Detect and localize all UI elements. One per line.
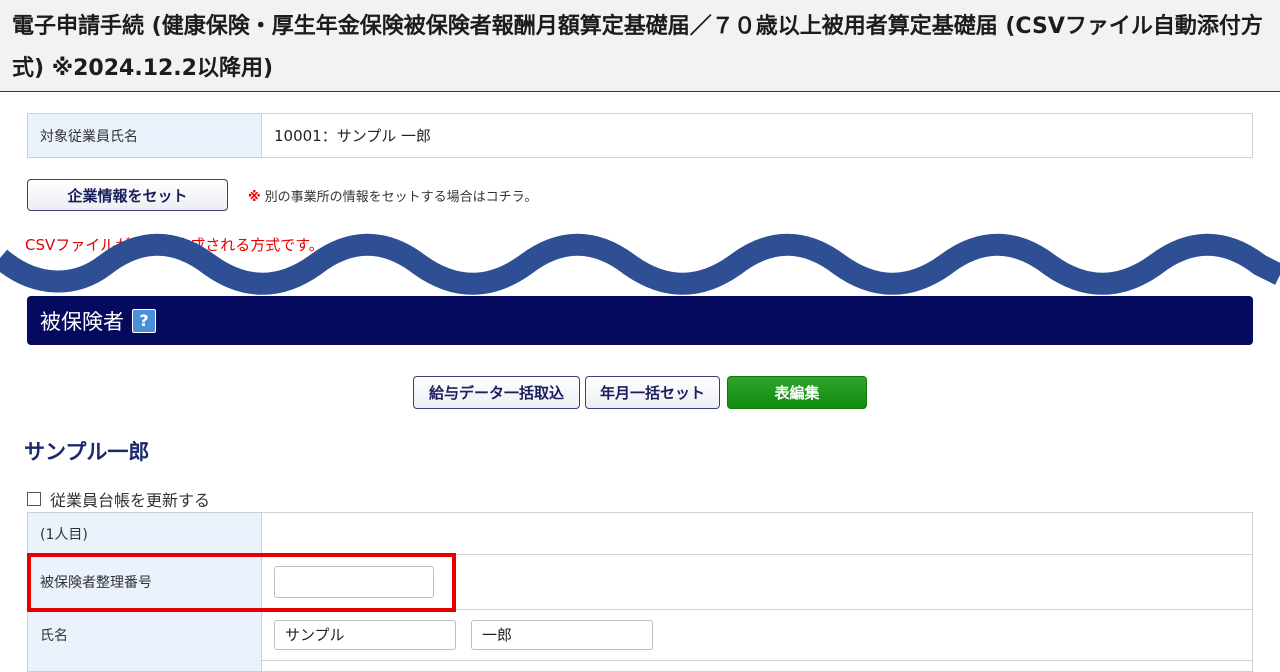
person-index-value (262, 513, 1252, 554)
title-bar: 電子申請手続 (健康保険・厚生年金保険被保険者報酬月額算定基礎届／７０歳以上被用… (0, 0, 1280, 92)
person-name-heading: サンプル一郎 (24, 440, 150, 464)
last-name-input[interactable]: サンプル (274, 619, 456, 650)
edit-table-button[interactable]: 表編集 (727, 376, 867, 409)
update-ledger-checkbox[interactable]: 従業員台帳を更新する (27, 487, 210, 511)
target-employee-value: 10001：サンプル 一郎 (274, 127, 432, 145)
wave-decoration (0, 233, 1280, 295)
help-icon[interactable]: ? (132, 308, 156, 333)
target-employee-label: 対象従業員氏名 (28, 114, 262, 157)
note-mark: ※ (248, 190, 261, 205)
name-label: 氏名 (28, 609, 262, 660)
next-row (27, 660, 1253, 672)
month-batch-set-button[interactable]: 年月一括セット (585, 376, 720, 409)
first-name-input[interactable]: 一郎 (471, 619, 653, 650)
page-title: 電子申請手続 (健康保険・厚生年金保険被保険者報酬月額算定基礎届／７０歳以上被用… (12, 14, 1263, 81)
person-index-label: (1人目) (28, 513, 262, 554)
company-note-text: 別の事業所の情報をセットする場合はコチラ。 (264, 190, 538, 205)
name-row: 氏名 サンプル 一郎 (27, 609, 1253, 661)
import-salary-button[interactable]: 給与データ一括取込 (413, 376, 580, 409)
target-employee-row: 対象従業員氏名 10001：サンプル 一郎 (27, 113, 1253, 158)
person-index-row: (1人目) (27, 512, 1253, 555)
set-company-info-button[interactable]: 企業情報をセット (27, 179, 228, 211)
section-title: 被保険者 (40, 309, 124, 334)
checkbox-icon[interactable] (27, 492, 41, 506)
insured-section-header: 被保険者 ? (27, 296, 1253, 345)
name-cell: サンプル 一郎 (262, 609, 1252, 660)
highlight-box (27, 553, 456, 612)
next-row-label (28, 660, 262, 671)
next-row-value (262, 660, 1252, 671)
update-ledger-label: 従業員台帳を更新する (50, 491, 211, 510)
company-note: ※ 別の事業所の情報をセットする場合はコチラ。 (248, 186, 537, 205)
